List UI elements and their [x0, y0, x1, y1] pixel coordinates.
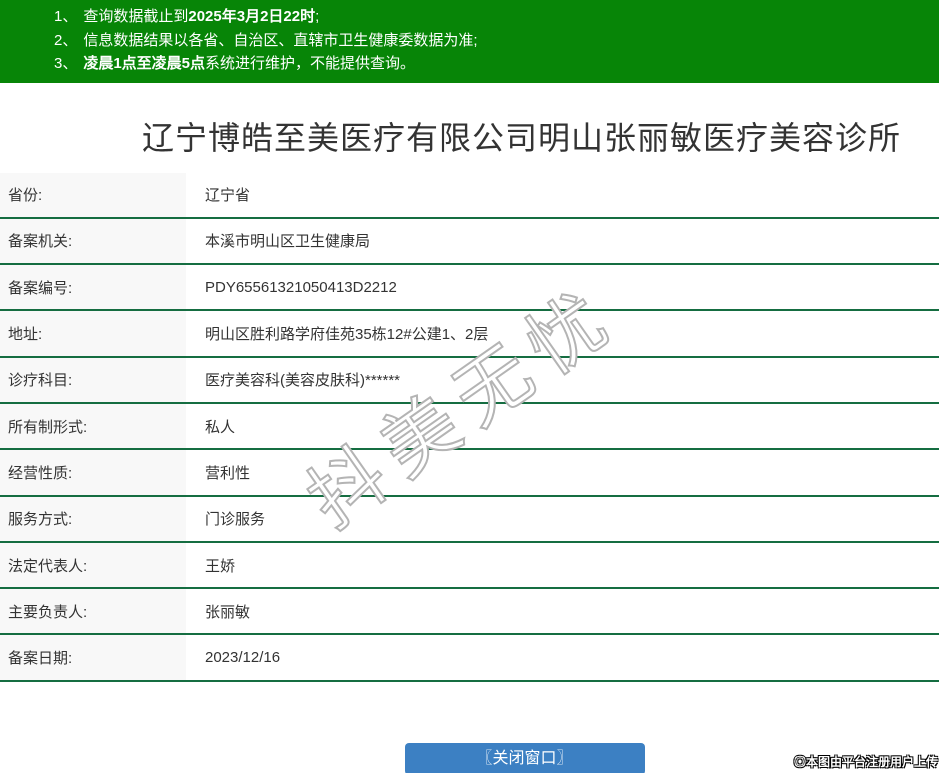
table-row-filing-number: 备案编号: PDY65561321050413D2212 — [0, 265, 939, 312]
row-value: 辽宁省 — [186, 172, 939, 217]
notice-number: 2、 — [54, 31, 78, 49]
row-value: 医疗美容科(美容皮肤科)****** — [186, 357, 939, 402]
row-value: 王娇 — [186, 542, 939, 588]
row-label: 服务方式: — [0, 496, 186, 541]
table-row-filing-authority: 备案机关: 本溪市明山区卫生健康局 — [0, 218, 939, 266]
table-row-legal-representative: 法定代表人: 王娇 — [0, 542, 939, 590]
row-value: 营利性 — [186, 450, 939, 495]
row-value: 张丽敏 — [186, 589, 939, 634]
notice-text-bold: 2025年3月2日22时 — [188, 8, 316, 25]
notice-text: ; — [315, 8, 320, 25]
notice-number: 1、 — [54, 8, 78, 25]
table-row-ownership-form: 所有制形式: 私人 — [0, 403, 939, 451]
table-row-treatment-subjects: 诊疗科目: 医疗美容科(美容皮肤科)****** — [0, 357, 939, 404]
row-value: 门诊服务 — [186, 496, 939, 541]
title-wrap: 辽宁博皓至美医疗有限公司明山张丽敏医疗美容诊所 — [0, 113, 939, 159]
row-label: 经营性质: — [0, 450, 186, 495]
table-row-province: 省份: 辽宁省 — [0, 172, 939, 219]
table-row-principal: 主要负责人: 张丽敏 — [0, 589, 939, 636]
page-title: 辽宁博皓至美医疗有限公司明山张丽敏医疗美容诊所 — [141, 119, 901, 156]
row-label: 所有制形式: — [0, 403, 186, 449]
row-value: 明山区胜利路学府佳苑35栋12#公建1、2层 — [186, 311, 939, 356]
notice-line-2: 2、 信息数据结果以各省、自治区、直辖市卫生健康委数据为准; — [54, 29, 939, 53]
row-label: 备案机关: — [0, 218, 186, 264]
row-label: 法定代表人: — [0, 542, 186, 588]
table-row-business-nature: 经营性质: 营利性 — [0, 450, 939, 497]
row-value: PDY65561321050413D2212 — [186, 265, 939, 310]
row-label: 诊疗科目: — [0, 357, 186, 402]
row-label: 主要负责人: — [0, 589, 186, 634]
table-row-address: 地址: 明山区胜利路学府佳苑35栋12#公建1、2层 — [0, 311, 939, 358]
row-value: 本溪市明山区卫生健康局 — [186, 218, 939, 264]
table-row-filing-date: 备案日期: 2023/12/16 — [0, 635, 939, 682]
info-table: 省份: 辽宁省 备案机关: 本溪市明山区卫生健康局 备案编号: PDY65561… — [0, 172, 939, 682]
row-label: 省份: — [0, 172, 186, 217]
row-value: 私人 — [186, 403, 939, 449]
notice-number: 3、 — [54, 55, 78, 72]
notice-line-1: 1、 查询数据截止到2025年3月2日22时; — [54, 5, 939, 29]
notice-bar: 1、 查询数据截止到2025年3月2日22时; 2、 信息数据结果以各省、自治区、直… — [0, 0, 939, 83]
row-value: 2023/12/16 — [186, 635, 939, 680]
notice-text: 查询数据截止到 — [83, 8, 189, 25]
row-label: 地址: — [0, 311, 186, 356]
notice-text-bold: 凌晨1点至凌晨5点 — [83, 55, 206, 72]
notice-text: 系统进行维护，不能提供查询。 — [205, 55, 416, 72]
notice-line-3: 3、 凌晨1点至凌晨5点系统进行维护，不能提供查询。 — [54, 52, 939, 76]
table-row-service-mode: 服务方式: 门诊服务 — [0, 496, 939, 543]
close-window-button[interactable]: 〖关闭窗口〗 — [404, 742, 645, 773]
row-label: 备案编号: — [0, 265, 186, 310]
credit-text: ◎本图由平台注册用户上传 — [793, 755, 938, 769]
notice-text: 信息数据结果以各省、自治区、直辖市卫生健康委数据为准; — [83, 31, 478, 49]
row-label: 备案日期: — [0, 635, 186, 680]
